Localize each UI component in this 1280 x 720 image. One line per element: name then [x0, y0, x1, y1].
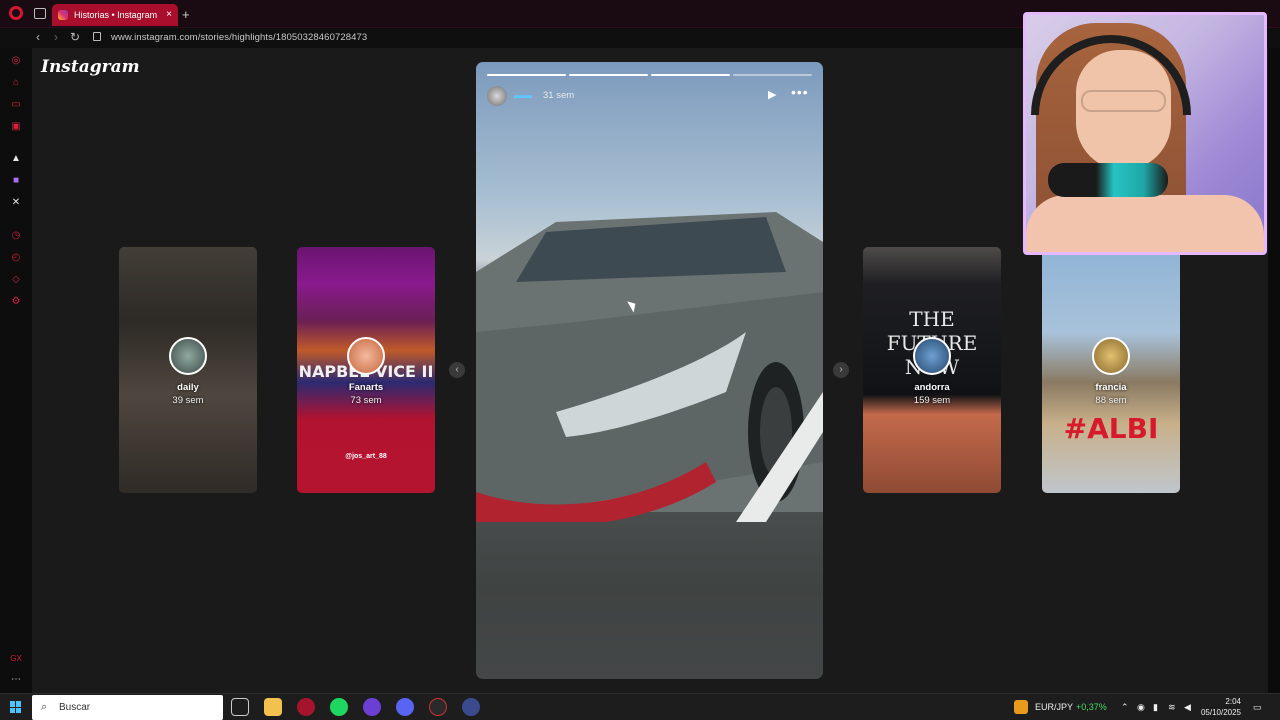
highlight-time: 159 sem: [913, 395, 951, 406]
lock-icon[interactable]: [93, 32, 101, 41]
previous-story-button[interactable]: ‹: [449, 362, 465, 378]
reload-button[interactable]: ↻: [70, 30, 80, 44]
avatar: [169, 337, 207, 375]
highlight-name: daily: [177, 382, 199, 393]
ticker-symbol[interactable]: EUR/JPY: [1035, 702, 1073, 712]
clock-date: 05/10/2025: [1200, 708, 1241, 717]
file-explorer-icon[interactable]: [264, 698, 282, 716]
chevron-up-icon[interactable]: ⌃: [1121, 702, 1129, 713]
highlight-time: 88 sem: [1095, 395, 1127, 406]
messenger-icon[interactable]: ▭: [10, 99, 22, 111]
task-view-icon[interactable]: [231, 698, 249, 716]
search-input[interactable]: Buscar: [59, 702, 90, 713]
app-icon[interactable]: [462, 698, 480, 716]
clock-icon[interactable]: ◴: [10, 252, 22, 264]
tab-title: Historias • Instagram: [74, 10, 158, 20]
microphone-tray-icon[interactable]: ▮: [1153, 702, 1158, 713]
notification-icon[interactable]: ▭: [1253, 702, 1262, 713]
aria-icon[interactable]: ◎: [10, 55, 22, 67]
speaker-icon[interactable]: ◀: [1184, 702, 1191, 713]
story-title-emoji-icon: ▬▬: [514, 90, 532, 100]
settings-icon[interactable]: ⚙: [10, 296, 22, 308]
story-time: 31 sem: [543, 90, 575, 101]
obs-icon[interactable]: [363, 698, 381, 716]
banner-text: #ALBI: [1063, 412, 1159, 445]
microphone-icon: [1048, 163, 1168, 197]
extensions-icon[interactable]: ◇: [10, 274, 22, 286]
wifi-icon[interactable]: ≋: [1168, 702, 1176, 713]
ticker-change: +0,37%: [1076, 702, 1107, 712]
highlight-daily[interactable]: daily 39 sem: [119, 247, 257, 493]
highlight-name: Fanarts: [348, 382, 384, 393]
instagram-logo[interactable]: Instagram: [41, 57, 140, 77]
tab-switcher-icon[interactable]: [34, 8, 46, 19]
progress-segment: [651, 74, 730, 76]
play-button[interactable]: ▶: [768, 88, 776, 101]
opera-sidebar: ◎ ⌂ ▭ ▣ ▲ ■ ✕ ◷ ◴ ◇ ⚙ GX ⋯: [0, 48, 32, 693]
story-avatar[interactable]: [487, 86, 507, 106]
windows-start-icon[interactable]: [10, 701, 22, 713]
app-a-icon[interactable]: ▲: [10, 153, 22, 165]
taskbar-clock[interactable]: 2:04 05/10/2025: [1199, 696, 1241, 718]
highlight-francia[interactable]: #ALBI francia 88 sem: [1042, 247, 1180, 493]
gx-icon[interactable]: GX: [10, 653, 22, 665]
currency-widget-icon[interactable]: [1014, 700, 1028, 714]
history-icon[interactable]: ◷: [10, 230, 22, 242]
discord-icon[interactable]: [396, 698, 414, 716]
app-icon[interactable]: [429, 698, 447, 716]
taskbar-search[interactable]: ⌕ Buscar: [32, 695, 223, 720]
car-photo: [476, 212, 823, 522]
spotify-icon[interactable]: [330, 698, 348, 716]
back-button[interactable]: ‹: [36, 30, 40, 44]
tab-close-icon[interactable]: ×: [166, 9, 172, 20]
url-field[interactable]: www.instagram.com/stories/highlights/180…: [111, 32, 367, 43]
search-icon: ⌕: [41, 701, 48, 713]
instagram-favicon-icon: [58, 10, 68, 20]
tab-instagram[interactable]: Historias • Instagram ×: [52, 4, 178, 26]
highlight-time: 39 sem: [172, 395, 204, 406]
progress-segment: [733, 74, 812, 76]
webcam-overlay: [1023, 12, 1267, 255]
progress-segment: [487, 74, 566, 76]
story-progress: [487, 74, 812, 76]
highlight-name: francia: [1095, 382, 1127, 393]
player-icon[interactable]: ▣: [10, 121, 22, 133]
highlight-name: andorra: [914, 382, 950, 393]
avatar: [1092, 337, 1130, 375]
twitch-icon[interactable]: ■: [10, 175, 22, 187]
windows-taskbar: ⌕ Buscar EUR/JPY +0,37% ⌃ ◉ ▮ ≋ ◀ 2:04 0…: [0, 693, 1280, 720]
x-icon[interactable]: ✕: [10, 197, 22, 209]
highlight-andorra[interactable]: THE FUTURE NOW andorra 159 sem: [863, 247, 1001, 493]
opera-gx-taskbar-icon[interactable]: [297, 698, 315, 716]
more-icon[interactable]: ⋯: [10, 674, 22, 686]
progress-segment: [569, 74, 648, 76]
clock-time: 2:04: [1225, 697, 1241, 706]
highlight-time: 73 sem: [350, 395, 382, 406]
opera-logo-icon[interactable]: [9, 6, 23, 20]
active-story[interactable]: ▬▬ 31 sem ▶ •••: [476, 62, 823, 679]
shopping-icon[interactable]: ⌂: [10, 77, 22, 89]
highlight-caption: @jos_art_88: [345, 453, 387, 460]
avatar: [347, 337, 385, 375]
highlight-fanarts[interactable]: NAPBEL VICE II Fanarts 73 sem @jos_art_8…: [297, 247, 435, 493]
more-options-button[interactable]: •••: [791, 84, 809, 100]
forward-button[interactable]: ›: [54, 30, 58, 44]
next-story-button[interactable]: ›: [833, 362, 849, 378]
new-tab-button[interactable]: +: [182, 7, 190, 22]
tray-app-icon[interactable]: ◉: [1137, 702, 1145, 713]
avatar: [913, 337, 951, 375]
